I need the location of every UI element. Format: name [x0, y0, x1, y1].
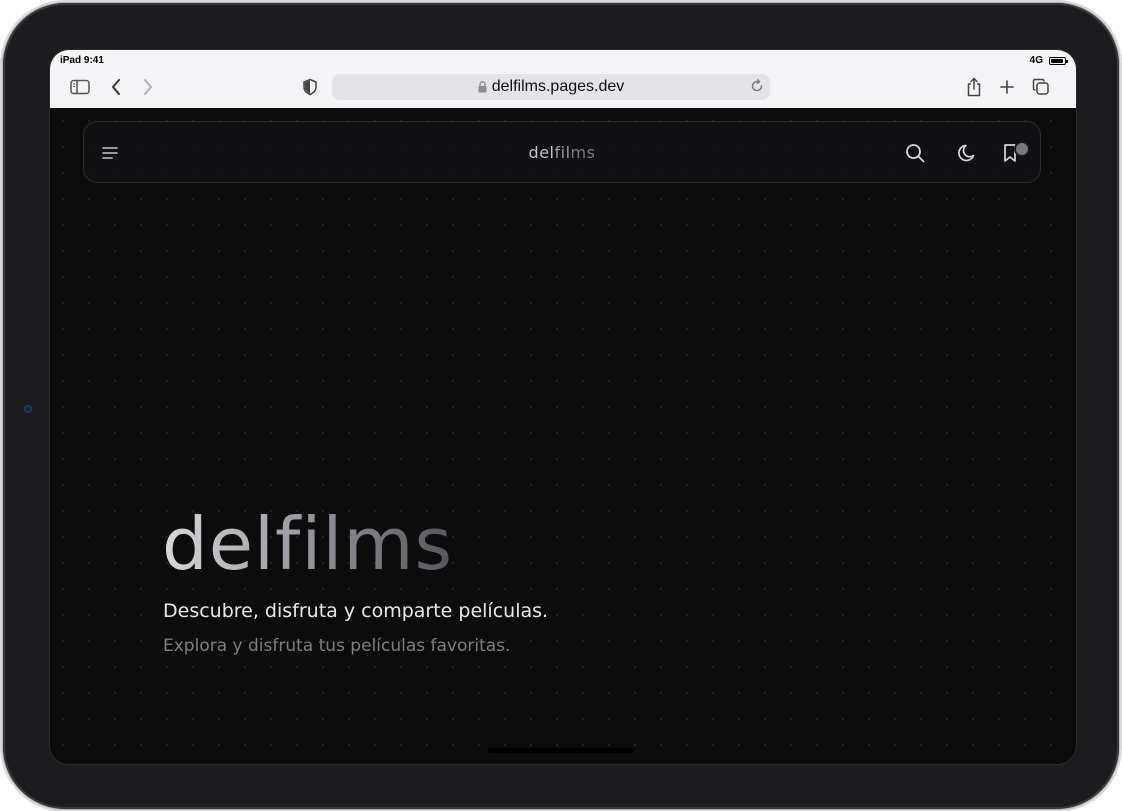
battery-icon	[1049, 56, 1068, 65]
hero-title: delfilms	[162, 502, 454, 586]
privacy-shield-icon[interactable]	[299, 76, 321, 98]
site-logo[interactable]: delfilms	[84, 143, 1040, 162]
back-icon[interactable]	[105, 76, 127, 98]
search-icon[interactable]	[904, 142, 926, 164]
home-indicator[interactable]	[488, 748, 634, 753]
moon-icon[interactable]	[956, 142, 978, 164]
hero-subtitle: Descubre, disfruta y comparte películas.	[163, 600, 549, 622]
forward-icon[interactable]	[137, 76, 159, 98]
screen: iPad 9:41 4G delfilms.pages.dev delfilms…	[49, 49, 1077, 765]
status-indicators: 4G	[1029, 55, 1068, 66]
site-navbar: delfilms	[83, 121, 1041, 183]
front-camera	[24, 405, 32, 413]
notification-badge	[1014, 141, 1030, 157]
status-time: iPad 9:41	[60, 55, 104, 66]
logo-part: fil	[554, 143, 571, 162]
address-bar[interactable]: delfilms.pages.dev	[332, 74, 770, 100]
reload-icon[interactable]	[750, 79, 764, 98]
tabs-icon[interactable]	[1030, 76, 1052, 98]
logo-part: ms	[570, 143, 596, 162]
url-text: delfilms.pages.dev	[491, 78, 625, 95]
web-page: delfilms delfilms Descubre, disfruta y c…	[50, 108, 1076, 764]
sidebar-icon[interactable]	[69, 76, 91, 98]
hero-description: Explora y disfruta tus películas favorit…	[163, 636, 511, 656]
new-tab-icon[interactable]	[996, 76, 1018, 98]
lock-icon	[478, 81, 487, 93]
logo-part: del	[528, 143, 555, 162]
network-label: 4G	[1029, 55, 1043, 66]
share-icon[interactable]	[963, 76, 985, 98]
browser-toolbar: iPad 9:41 4G delfilms.pages.dev	[50, 50, 1076, 108]
